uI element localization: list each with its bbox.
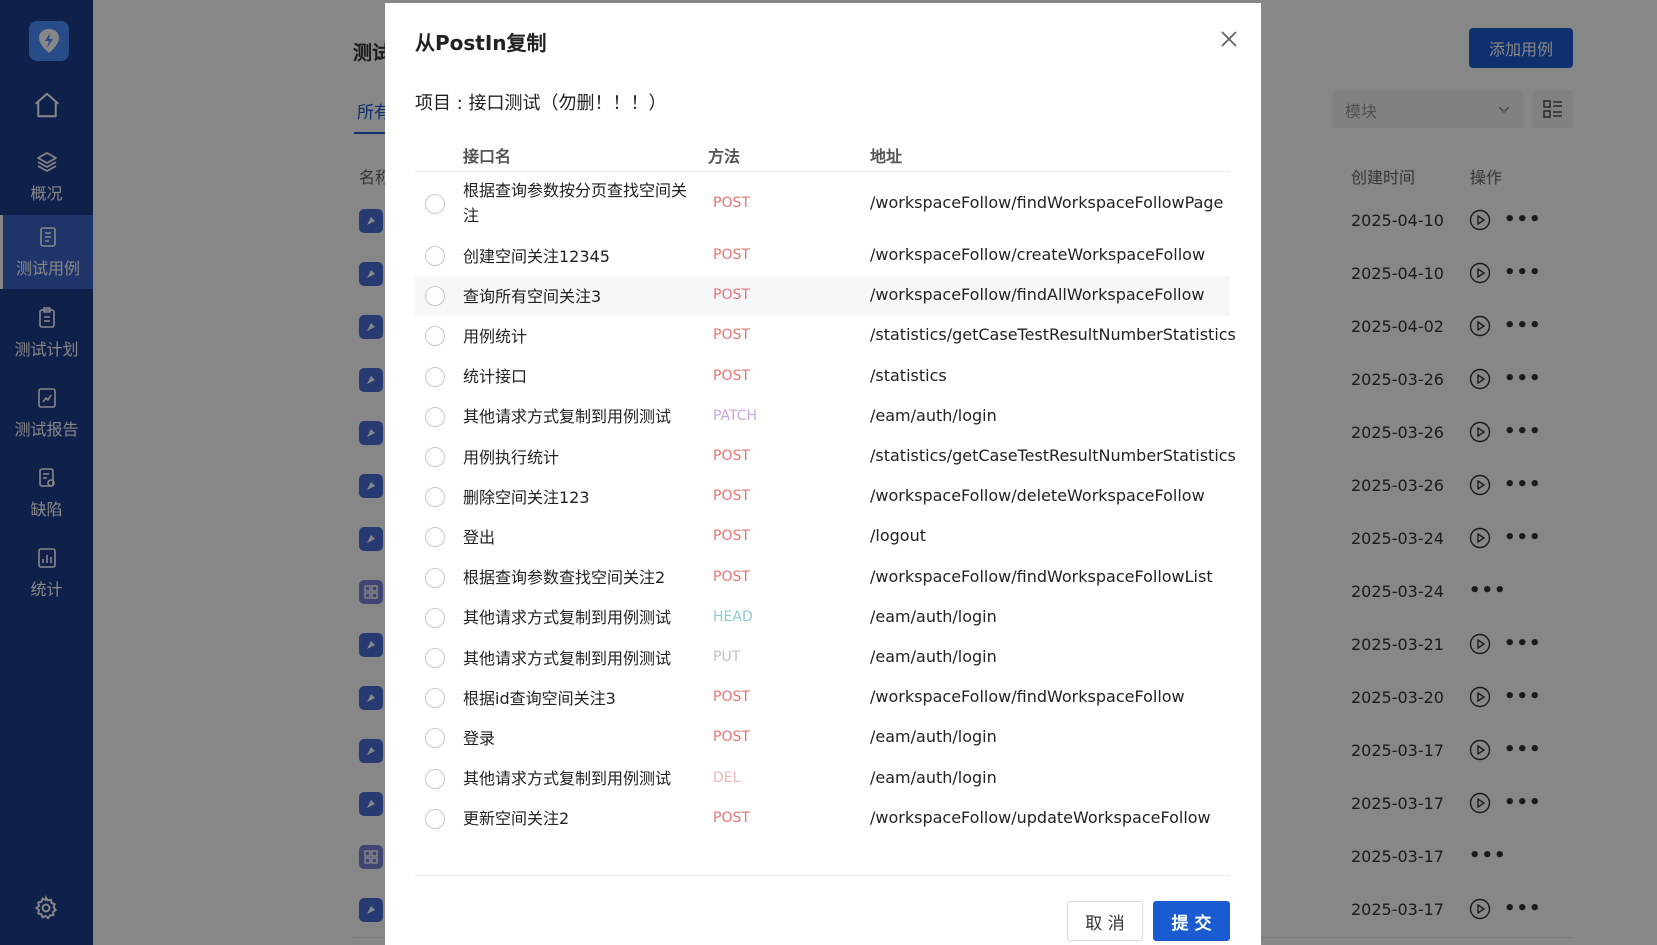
api-row[interactable]: 其他请求方式复制到用例测试 DEL/eam/auth/login	[415, 759, 1230, 799]
divider	[415, 875, 1230, 876]
api-url: /statistics/getCaseTestResultNumberStati…	[870, 325, 1236, 345]
api-method: POST	[713, 448, 750, 465]
row-radio[interactable]	[425, 728, 445, 749]
close-icon[interactable]	[1217, 27, 1241, 51]
api-url: /eam/auth/login	[870, 767, 997, 787]
row-radio[interactable]	[425, 286, 445, 307]
api-url: /workspaceFollow/findAllWorkspaceFollow	[870, 285, 1205, 305]
api-method: POST	[713, 689, 750, 706]
api-method: HEAD	[713, 608, 753, 625]
api-row[interactable]: 创建空间关注12345 POST/workspaceFollow/createWo…	[415, 236, 1230, 276]
column-header-api-name: 接口名	[463, 147, 512, 166]
project-info: 项目 : 接口测试（勿删！！！）	[415, 93, 667, 114]
api-url: /logout	[870, 526, 926, 546]
api-name: 创建空间关注12345	[463, 246, 610, 266]
api-url: /workspaceFollow/updateWorkspaceFollow	[870, 807, 1211, 827]
api-url: /eam/auth/login	[870, 606, 997, 626]
api-row[interactable]: 登录 POST/eam/auth/login	[415, 718, 1230, 758]
api-row[interactable]: 根据id查询空间关注3 POST/workspaceFollow/findWork…	[415, 678, 1230, 718]
row-radio[interactable]	[425, 527, 445, 548]
api-name: 删除空间关注123	[463, 487, 590, 507]
api-name: 根据id查询空间关注3	[463, 688, 616, 708]
api-method: POST	[713, 367, 750, 384]
api-row[interactable]: 用例统计 POST/statistics/getCaseTestResultNum…	[415, 316, 1236, 356]
row-radio[interactable]	[425, 246, 445, 267]
api-url: /eam/auth/login	[870, 405, 997, 425]
api-url: /eam/auth/login	[870, 727, 997, 747]
api-method: POST	[713, 729, 750, 746]
api-name: 统计接口	[463, 367, 528, 387]
api-name: 其他请求方式复制到用例测试	[463, 608, 672, 628]
api-row[interactable]: 登出 POST/logout	[415, 517, 1230, 557]
api-url: /workspaceFollow/findWorkspaceFollowPage	[870, 193, 1224, 212]
row-radio[interactable]	[425, 808, 445, 829]
modal-title: 从PostIn复制	[415, 31, 547, 55]
api-row[interactable]: 其他请求方式复制到用例测试 HEAD/eam/auth/login	[415, 598, 1230, 638]
api-url: /workspaceFollow/findWorkspaceFollow	[870, 687, 1185, 707]
api-name: 更新空间关注2	[463, 809, 570, 829]
row-radio[interactable]	[425, 487, 445, 508]
api-name: 其他请求方式复制到用例测试	[463, 407, 672, 427]
api-name: 根据查询参数查找空间关注2	[463, 568, 666, 588]
api-row[interactable]: 根据查询参数查找空间关注2 POST/workspaceFollow/findWo…	[415, 558, 1230, 598]
api-method: POST	[713, 247, 750, 264]
api-name: 登录	[463, 728, 496, 748]
api-method: POST	[713, 488, 750, 505]
row-radio[interactable]	[425, 194, 445, 214]
api-row[interactable]: 查询所有空间关注3 POST/workspaceFollow/findAllWor…	[415, 276, 1230, 317]
api-method: POST	[713, 809, 750, 826]
api-url: /statistics	[870, 365, 947, 385]
api-name: 用例执行统计	[463, 447, 560, 467]
submit-button[interactable]: 提 交	[1153, 901, 1230, 941]
api-method: DEL	[713, 769, 741, 786]
row-radio[interactable]	[425, 406, 445, 427]
api-method: POST	[713, 568, 750, 585]
api-row[interactable]: 用例执行统计 POST/statistics/getCaseTestResultN…	[415, 437, 1236, 477]
row-radio[interactable]	[425, 567, 445, 588]
copy-from-postin-modal: 从PostIn复制 项目 : 接口测试（勿删！！！） 接口名 方法 地址 根据查…	[385, 3, 1261, 945]
api-row[interactable]: 根据查询参数按分页查找空间关注 POST/workspaceFollow/find…	[415, 172, 1230, 236]
column-header-method: 方法	[708, 147, 741, 166]
row-radio[interactable]	[425, 447, 445, 468]
api-row[interactable]: 删除空间关注123 POST/workspaceFollow/deleteWork…	[415, 477, 1230, 517]
api-name: 其他请求方式复制到用例测试	[463, 769, 672, 789]
api-method: PATCH	[713, 407, 758, 424]
row-radio[interactable]	[425, 688, 445, 709]
project-name: 接口测试（勿删！！！）	[468, 93, 667, 114]
row-radio[interactable]	[425, 326, 445, 347]
api-url: /statistics/getCaseTestResultNumberStati…	[870, 446, 1236, 466]
api-row[interactable]: 其他请求方式复制到用例测试 PUT/eam/auth/login	[415, 638, 1230, 678]
api-url: /eam/auth/login	[870, 647, 997, 667]
row-radio[interactable]	[425, 648, 445, 669]
row-radio[interactable]	[425, 768, 445, 789]
api-method: POST	[713, 287, 750, 304]
api-name: 用例统计	[463, 326, 528, 346]
api-row[interactable]: 统计接口 POST/statistics	[415, 357, 1230, 397]
api-url: /workspaceFollow/findWorkspaceFollowList	[870, 566, 1213, 586]
api-name: 根据查询参数按分页查找空间关注	[463, 181, 688, 225]
column-header-url: 地址	[870, 147, 903, 166]
row-radio[interactable]	[425, 366, 445, 387]
api-name: 其他请求方式复制到用例测试	[463, 648, 672, 668]
api-row[interactable]: 更新空间关注2 POST/workspaceFollow/updateWorksp…	[415, 799, 1230, 839]
api-name: 登出	[463, 527, 496, 547]
row-radio[interactable]	[425, 607, 445, 628]
api-method: POST	[713, 327, 750, 344]
api-url: /workspaceFollow/deleteWorkspaceFollow	[870, 486, 1205, 506]
api-method: PUT	[713, 649, 741, 666]
api-url: /workspaceFollow/createWorkspaceFollow	[870, 245, 1206, 265]
cancel-button[interactable]: 取 消	[1067, 901, 1143, 941]
project-label: 项目	[415, 93, 451, 114]
api-method: POST	[713, 528, 750, 545]
api-name: 查询所有空间关注3	[463, 286, 602, 306]
api-method: POST	[713, 195, 750, 211]
api-row[interactable]: 其他请求方式复制到用例测试 PATCH/eam/auth/login	[415, 397, 1230, 437]
